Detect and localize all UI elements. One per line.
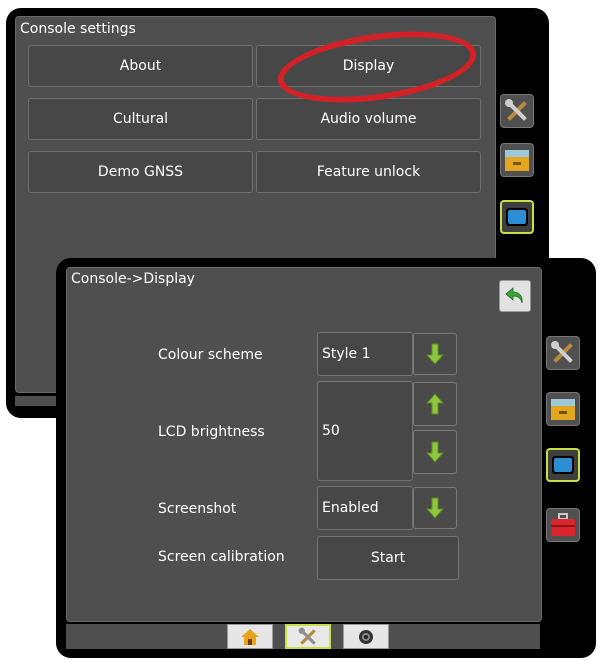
monitor-icon: [506, 208, 528, 226]
monitor-icon: [552, 456, 574, 474]
display-settings-content: Console->Display Colour scheme Style 1 L…: [66, 267, 542, 622]
lcd-brightness-down-button[interactable]: [413, 430, 457, 474]
colour-scheme-label: Colour scheme: [158, 347, 263, 363]
toolbox-icon: [551, 513, 575, 536]
lcd-brightness-up-button[interactable]: [413, 382, 457, 426]
display-tab[interactable]: [546, 448, 580, 482]
demo-gnss-button[interactable]: Demo GNSS: [28, 151, 253, 193]
console-drawer-icon: [505, 150, 529, 171]
feature-unlock-button[interactable]: Feature unlock: [256, 151, 481, 193]
screenshot-value[interactable]: Enabled: [317, 486, 413, 530]
bottom-nav-bar: [66, 624, 540, 649]
tools-tab[interactable]: [546, 336, 580, 370]
toolbox-tab[interactable]: [546, 508, 580, 542]
home-icon: [241, 628, 259, 645]
tools-nav-tab[interactable]: [285, 624, 331, 649]
tools-icon: [505, 99, 527, 121]
arrow-down-icon: [425, 441, 445, 463]
cultural-button[interactable]: Cultural: [28, 98, 253, 140]
console-tab[interactable]: [500, 143, 534, 177]
back-button[interactable]: [499, 280, 531, 312]
lcd-brightness-label: LCD brightness: [158, 424, 265, 440]
arrow-down-icon: [425, 497, 445, 519]
console-drawer-icon: [551, 399, 575, 420]
camera-tab[interactable]: [343, 624, 389, 649]
start-calibration-button[interactable]: Start: [317, 536, 459, 580]
tools-icon: [298, 627, 316, 644]
audio-volume-button[interactable]: Audio volume: [256, 98, 481, 140]
home-tab[interactable]: [227, 624, 273, 649]
back-arrow-icon: [505, 287, 523, 304]
display-tab[interactable]: [500, 200, 534, 234]
display-settings-panel: Console->Display Colour scheme Style 1 L…: [56, 258, 596, 658]
arrow-down-icon: [425, 343, 445, 365]
about-button[interactable]: About: [28, 45, 253, 87]
colour-scheme-value[interactable]: Style 1: [317, 332, 413, 376]
screenshot-down-button[interactable]: [413, 487, 457, 529]
console-settings-title: Console settings: [20, 21, 136, 37]
lcd-brightness-value[interactable]: 50: [317, 381, 413, 481]
display-settings-title: Console->Display: [71, 271, 195, 287]
arrow-up-icon: [425, 393, 445, 415]
screen-calibration-label: Screen calibration: [158, 549, 285, 565]
tools-icon: [551, 341, 573, 363]
screenshot-label: Screenshot: [158, 501, 237, 517]
tools-tab[interactable]: [500, 94, 534, 128]
console-tab[interactable]: [546, 392, 580, 426]
camera-icon: [359, 629, 373, 644]
colour-scheme-down-button[interactable]: [413, 333, 457, 375]
